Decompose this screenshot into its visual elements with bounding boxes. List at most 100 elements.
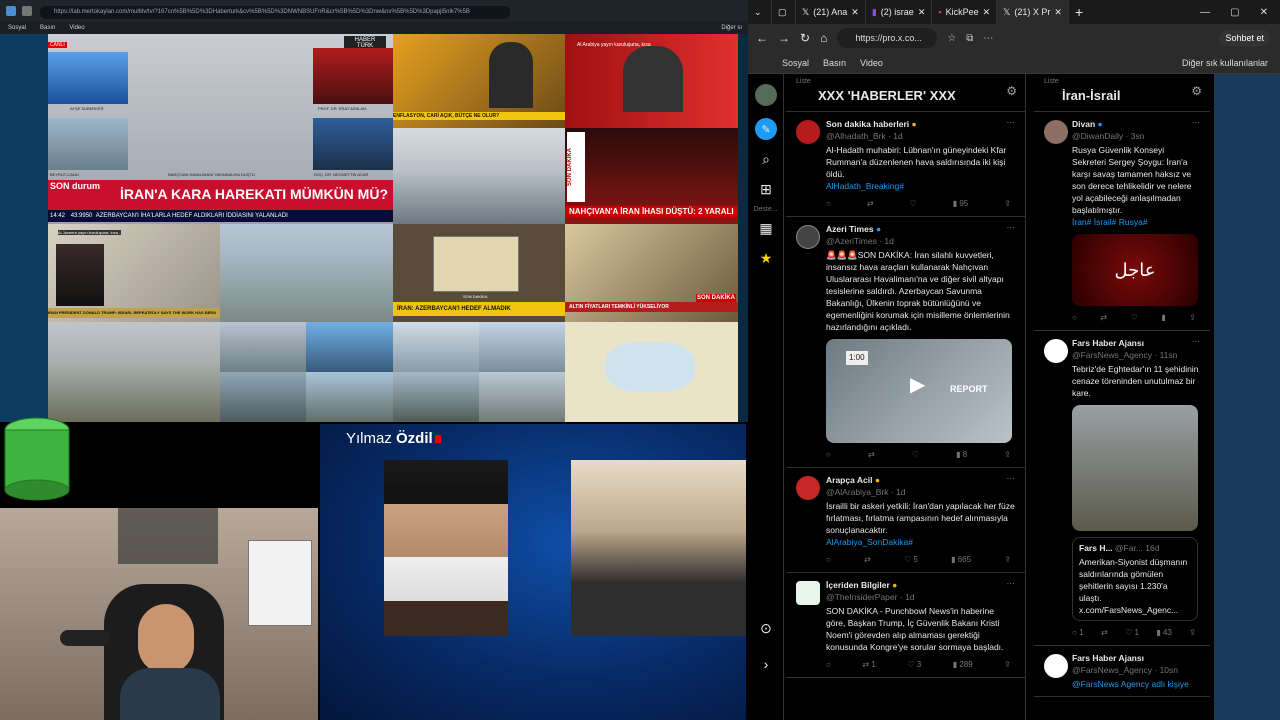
- avatar[interactable]: [1044, 654, 1068, 678]
- back-icon[interactable]: ←: [756, 31, 768, 45]
- more-icon[interactable]: ⋯: [1007, 116, 1016, 128]
- bookmark-sosyal[interactable]: Sosyal: [8, 25, 26, 31]
- tweet[interactable]: Divan ● @DiwanDaily · 3sn Rusya Güvenlik…: [1034, 112, 1210, 331]
- bookmark-video[interactable]: Video: [860, 58, 883, 68]
- tweet[interactable]: Fars Haber Ajansı @FarsNews_Agency · 10s…: [1034, 646, 1210, 697]
- gear-icon[interactable]: ⚙: [1006, 84, 1017, 98]
- like-count[interactable]: ♡ 1: [1125, 627, 1139, 639]
- tv-tile-nahcivan[interactable]: SON DAKİKA NAHÇIVAN'A İRAN İHASI DÜŞTÜ: …: [565, 128, 738, 224]
- tv-tile-skyline[interactable]: [393, 128, 565, 224]
- chat-button[interactable]: Sohbet et: [1219, 30, 1270, 46]
- tab-actions-icon[interactable]: ⌄: [748, 0, 772, 24]
- tweet-author[interactable]: İçeriden Bilgiler: [826, 580, 890, 590]
- profile-avatar[interactable]: [748, 80, 784, 110]
- tweet[interactable]: İçeriden Bilgiler ● @TheInsiderPaper · 1…: [786, 573, 1025, 678]
- bookmark-video[interactable]: Video: [69, 25, 84, 31]
- deck-icon[interactable]: ▦: [748, 213, 784, 243]
- tweet-author[interactable]: Fars Haber Ajansı: [1072, 338, 1144, 348]
- favorite-deck-icon[interactable]: ★: [748, 243, 784, 273]
- video-panel[interactable]: [320, 424, 746, 720]
- tweet-author[interactable]: Arapça Acil: [826, 475, 872, 485]
- more-icon[interactable]: ⋯: [1007, 221, 1016, 233]
- browser-tab-4[interactable]: 𝕏 (21) X Pr ✕: [997, 0, 1069, 24]
- reply-icon[interactable]: ○: [826, 449, 831, 461]
- avatar[interactable]: [1044, 120, 1068, 144]
- tweet-handle[interactable]: @TheInsiderPaper: [826, 592, 897, 602]
- like-count[interactable]: ♡ 5: [904, 554, 918, 566]
- star-icon[interactable]: ☆: [947, 33, 956, 44]
- minimize-icon[interactable]: —: [1200, 7, 1210, 18]
- close-icon[interactable]: ✕: [918, 7, 926, 18]
- avatar[interactable]: [796, 120, 820, 144]
- avatar[interactable]: [1044, 339, 1068, 363]
- share-icon[interactable]: ⇪: [1189, 627, 1196, 639]
- views-count[interactable]: ▮ 8: [956, 449, 967, 461]
- share-icon[interactable]: ⇪: [1004, 198, 1011, 210]
- tv-tile-aljazeera[interactable]: Al Jazeera yayın kuruluşuna, kısa... IRA…: [48, 224, 220, 322]
- tweet-handle[interactable]: @DiwanDaily: [1072, 131, 1123, 141]
- reply-icon[interactable]: ○: [826, 554, 831, 566]
- browser-tab-2[interactable]: ▮ (2) israe ✕: [866, 0, 933, 24]
- bookmark-basin[interactable]: Basın: [40, 25, 55, 31]
- tv-tile-alarabiya[interactable]: Al Arabiya yayın kuruluşuna, kısa: [565, 34, 738, 128]
- tweet-image[interactable]: عاجل: [1072, 234, 1198, 306]
- share-icon[interactable]: ⇪: [1189, 312, 1196, 324]
- reply-count[interactable]: ○ 1: [1072, 627, 1084, 639]
- tweet-hashtags[interactable]: İran# İsrail# Rusya#: [1072, 216, 1200, 228]
- tweet-hashtag[interactable]: AlHadath_Breaking#: [826, 180, 1015, 192]
- reply-icon[interactable]: ○: [826, 198, 831, 210]
- bookmark-basin[interactable]: Basın: [823, 58, 846, 68]
- views-count[interactable]: ▮ 95: [953, 198, 969, 210]
- retweet-icon[interactable]: ⇄: [864, 554, 871, 566]
- more-options-icon[interactable]: ⊙: [748, 613, 784, 643]
- reply-icon[interactable]: ○: [826, 659, 831, 671]
- tweet-author[interactable]: Divan: [1072, 119, 1095, 129]
- forward-icon[interactable]: [22, 6, 32, 16]
- views-count[interactable]: ▮ 43: [1156, 627, 1172, 639]
- tweet-handle[interactable]: @Alhadath_Brk: [826, 131, 886, 141]
- tv-tile-flight-map[interactable]: [565, 322, 738, 422]
- more-icon[interactable]: ⋯: [1192, 335, 1201, 347]
- bookmark-other[interactable]: Diğer sı: [721, 25, 742, 31]
- quoted-tweet[interactable]: Fars H... @Far... 16d Amerikan-Siyonist …: [1072, 537, 1198, 621]
- expand-icon[interactable]: ›: [748, 649, 784, 679]
- tv-tile-map[interactable]: SON DAKİKA İRAN: AZERBAYCAN'I HEDEF ALMA…: [393, 224, 565, 322]
- views-count[interactable]: ▮ 665: [951, 554, 971, 566]
- play-icon[interactable]: ▶: [910, 375, 925, 395]
- tweet-author[interactable]: Azeri Times: [826, 224, 874, 234]
- bookmark-sosyal[interactable]: Sosyal: [782, 58, 809, 68]
- views-icon[interactable]: ▮: [1161, 312, 1165, 324]
- tv-tile-jerusalem[interactable]: [48, 322, 220, 422]
- search-icon[interactable]: ⌕: [748, 144, 784, 174]
- refresh-icon[interactable]: ↻: [800, 31, 810, 45]
- retweet-icon[interactable]: ⇄: [1101, 627, 1108, 639]
- avatar[interactable]: [796, 476, 820, 500]
- deck-add-icon[interactable]: ⊞: [748, 174, 784, 204]
- tweet-hashtag[interactable]: AlArabiya_SonDakika#: [826, 536, 1015, 548]
- tweet-image[interactable]: [1072, 405, 1198, 531]
- left-address-bar[interactable]: https://lab.mertokaylan.com/multitv/tv/?…: [40, 6, 510, 19]
- tv-tile-city[interactable]: [220, 224, 393, 322]
- maximize-icon[interactable]: ▢: [1230, 7, 1239, 18]
- gear-icon[interactable]: ⚙: [1191, 84, 1202, 98]
- forward-icon[interactable]: →: [778, 31, 790, 45]
- share-icon[interactable]: ⇪: [1004, 449, 1011, 461]
- tweet[interactable]: Fars Haber Ajansı @FarsNews_Agency · 11s…: [1034, 331, 1210, 646]
- tweet-handle[interactable]: @AzeriTimes: [826, 236, 877, 246]
- tweet-video[interactable]: 1:00 ▶ REPORT: [826, 339, 1012, 443]
- tv-tile-webcams-2[interactable]: [393, 322, 565, 422]
- browser-tab-1[interactable]: 𝕏 (21) Ana ✕: [796, 0, 866, 24]
- retweet-icon[interactable]: ⇄: [868, 449, 875, 461]
- share-icon[interactable]: ⇪: [1004, 659, 1011, 671]
- home-icon[interactable]: ⌂: [820, 31, 827, 45]
- tweet[interactable]: Azeri Times ● @AzeriTimes · 1d 🚨🚨🚨SON DA…: [786, 217, 1025, 468]
- more-icon[interactable]: ⋯: [1192, 116, 1201, 128]
- tweet-handle[interactable]: @FarsNews_Agency: [1072, 665, 1152, 675]
- browser-tab-3[interactable]: ▪ KickPee ✕: [932, 0, 998, 24]
- extensions-icon[interactable]: ⧉: [966, 33, 973, 44]
- tweet-author[interactable]: Son dakika haberleri: [826, 119, 909, 129]
- close-icon[interactable]: ✕: [851, 7, 859, 18]
- tweet[interactable]: Son dakika haberleri ● @Alhadath_Brk · 1…: [786, 112, 1025, 217]
- avatar[interactable]: [796, 581, 820, 605]
- views-count[interactable]: ▮ 289: [953, 659, 973, 671]
